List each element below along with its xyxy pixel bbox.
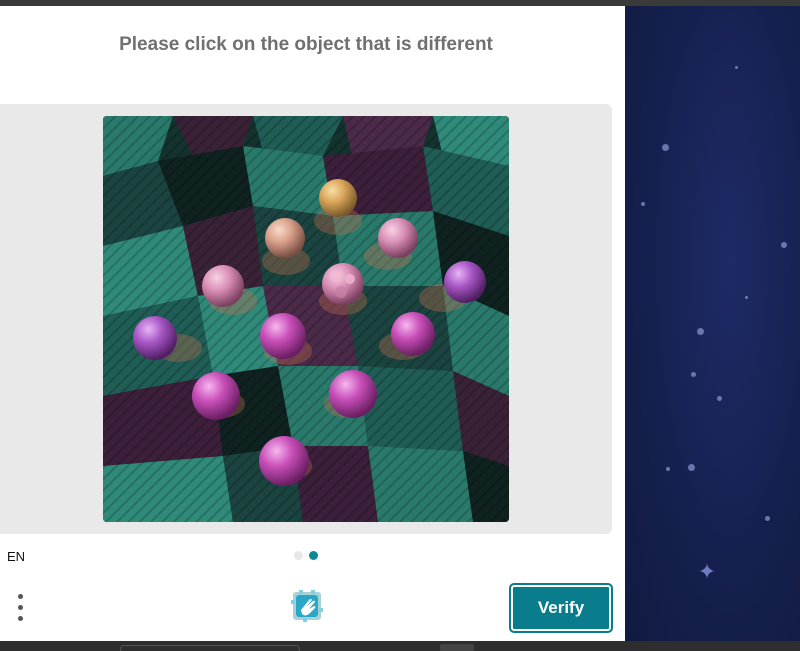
star bbox=[641, 202, 645, 206]
hcaptcha-hand-icon[interactable] bbox=[287, 586, 327, 626]
verify-button[interactable]: Verify bbox=[509, 583, 613, 633]
sparkle-icon: ✦ bbox=[697, 559, 717, 584]
window-bottom-bar bbox=[0, 641, 800, 651]
progress-dot-step-1 bbox=[294, 551, 303, 560]
star bbox=[666, 467, 670, 471]
star bbox=[765, 516, 770, 521]
object[interactable] bbox=[260, 313, 306, 359]
object[interactable] bbox=[133, 316, 177, 360]
star bbox=[717, 396, 722, 401]
object[interactable] bbox=[265, 218, 305, 258]
star bbox=[745, 296, 748, 299]
star bbox=[688, 464, 695, 471]
object[interactable] bbox=[192, 372, 240, 420]
challenge-image[interactable] bbox=[103, 116, 509, 522]
object[interactable] bbox=[319, 179, 357, 217]
language-selector[interactable]: EN bbox=[7, 549, 25, 564]
star bbox=[781, 242, 787, 248]
object[interactable] bbox=[329, 370, 377, 418]
object[interactable] bbox=[391, 312, 435, 356]
object[interactable] bbox=[202, 265, 244, 307]
object[interactable] bbox=[259, 436, 309, 486]
star bbox=[735, 66, 738, 69]
star bbox=[662, 144, 669, 151]
taskbar-item bbox=[120, 645, 300, 651]
star bbox=[697, 328, 704, 335]
object[interactable] bbox=[444, 261, 486, 303]
background-starfield bbox=[625, 6, 800, 641]
progress-dot-step-2-active bbox=[309, 551, 318, 560]
challenge-prompt: Please click on the object that is diffe… bbox=[119, 34, 493, 55]
taskbar-item bbox=[440, 644, 474, 651]
captcha-panel: Please click on the object that is diffe… bbox=[0, 6, 625, 641]
more-vertical-icon[interactable] bbox=[12, 592, 30, 624]
object-different[interactable] bbox=[322, 263, 364, 305]
star bbox=[691, 372, 696, 377]
object[interactable] bbox=[378, 218, 418, 258]
